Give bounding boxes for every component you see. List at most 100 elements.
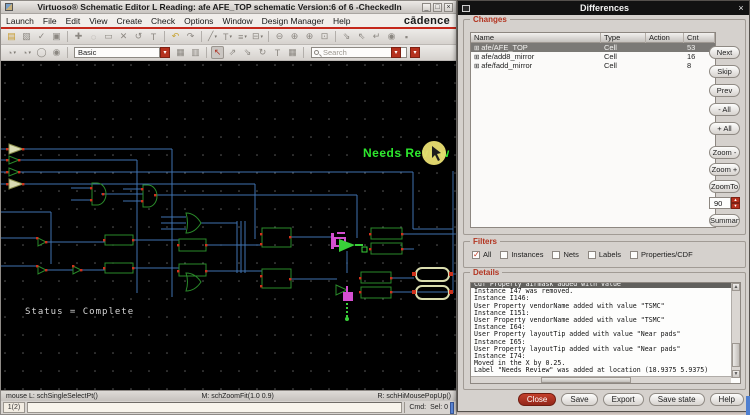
filter-nets-checkbox[interactable]: Nets bbox=[552, 250, 578, 259]
minimize-button[interactable]: _ bbox=[422, 3, 431, 12]
text-tool-icon[interactable]: T bbox=[271, 46, 284, 59]
menu-design-manager[interactable]: Design Manager bbox=[262, 16, 324, 26]
checkbox-box[interactable] bbox=[552, 251, 560, 259]
properties-icon[interactable]: T bbox=[147, 30, 160, 43]
cellview-selector-value[interactable]: Basic bbox=[74, 47, 160, 58]
search-options-dropdown-icon[interactable] bbox=[410, 47, 420, 58]
help-button[interactable]: Help bbox=[710, 393, 744, 406]
prev-button[interactable]: Prev bbox=[709, 84, 740, 97]
scroll-up-icon[interactable]: ▲ bbox=[732, 283, 740, 291]
checkbox-check-icon[interactable] bbox=[472, 251, 480, 259]
save-icon[interactable]: ▣ bbox=[50, 30, 63, 43]
ascend-icon[interactable]: ⇖ bbox=[355, 30, 368, 43]
filter-properties-cdf-checkbox[interactable]: Properties/CDF bbox=[630, 250, 693, 259]
details-vertical-scrollbar[interactable]: ▲ ▼ bbox=[731, 283, 740, 378]
bus-icon[interactable]: ≡▾ bbox=[236, 30, 249, 43]
home-icon[interactable]: ◉ bbox=[50, 46, 63, 59]
dialog-title-bar[interactable]: Differences × bbox=[458, 1, 749, 15]
command-input[interactable] bbox=[27, 402, 402, 413]
changes-table-header[interactable]: Name Type Action Cnt bbox=[471, 33, 715, 43]
col-type[interactable]: Type bbox=[601, 33, 646, 43]
zoom-out-button[interactable]: Zoom - bbox=[709, 146, 740, 159]
cellview-dropdown-icon[interactable] bbox=[160, 47, 170, 58]
col-name[interactable]: Name bbox=[471, 33, 601, 43]
mini-scrollbar[interactable] bbox=[450, 402, 454, 414]
wire-name-icon[interactable]: T▾ bbox=[221, 30, 234, 43]
return-icon[interactable]: ↵ bbox=[370, 30, 383, 43]
changes-table[interactable]: Name Type Action Cnt afe/AFE_TOP Cell 53… bbox=[470, 32, 716, 228]
zoom-out-icon[interactable]: ⊖ bbox=[273, 30, 286, 43]
layer-edit-icon[interactable]: ▥ bbox=[189, 46, 202, 59]
descend-icon[interactable]: ⇘ bbox=[340, 30, 353, 43]
workspace-forward-icon[interactable]: ◔▾ bbox=[20, 46, 33, 59]
filter-labels-checkbox[interactable]: Labels bbox=[588, 250, 621, 259]
probe-icon[interactable]: ◉ bbox=[385, 30, 398, 43]
title-bar[interactable]: Virtuoso® Schematic Editor L Reading: af… bbox=[1, 1, 456, 14]
zoom-to-button[interactable]: ZoomTo bbox=[709, 180, 740, 193]
lock-icon[interactable]: ▪ bbox=[400, 30, 413, 43]
filter-instances-checkbox[interactable]: Instances bbox=[500, 250, 543, 259]
schematic-canvas[interactable]: Needs Review Status = Complete bbox=[1, 61, 456, 390]
row-name[interactable]: afe/AFE_TOP bbox=[471, 43, 601, 52]
instance-icon[interactable]: ⊟▾ bbox=[251, 30, 264, 43]
zoom-in-icon[interactable]: ⊕ bbox=[288, 30, 301, 43]
copy-icon[interactable]: ◌ bbox=[87, 30, 100, 43]
horizontal-scroll-thumb[interactable] bbox=[541, 377, 631, 383]
table-row[interactable]: afe/add8_mirror Cell 16 bbox=[471, 52, 715, 61]
close-dialog-button[interactable]: Close bbox=[518, 393, 556, 406]
move-icon[interactable]: ✚ bbox=[72, 30, 85, 43]
status-complete-label[interactable]: Status = Complete bbox=[25, 307, 134, 317]
check-save-icon[interactable]: ✓ bbox=[35, 30, 48, 43]
cellview-selector[interactable]: Basic bbox=[74, 47, 170, 58]
wire-icon[interactable]: ╱▾ bbox=[206, 30, 219, 43]
menu-create[interactable]: Create bbox=[117, 16, 143, 26]
menu-help[interactable]: Help bbox=[333, 16, 350, 26]
collapse-all-button[interactable]: - All bbox=[709, 103, 740, 116]
dialog-close-icon[interactable]: × bbox=[735, 3, 747, 13]
layer-visibility-icon[interactable]: ▦ bbox=[174, 46, 187, 59]
details-text-area[interactable]: Cdf Property airmask added with value ""… bbox=[470, 282, 741, 384]
delete-icon[interactable]: ✕ bbox=[117, 30, 130, 43]
checkbox-box[interactable] bbox=[500, 251, 508, 259]
stretch-icon[interactable]: ▭ bbox=[102, 30, 115, 43]
scroll-down-icon[interactable]: ▼ bbox=[732, 370, 740, 378]
table-icon[interactable]: ▦ bbox=[286, 46, 299, 59]
menu-view[interactable]: View bbox=[89, 16, 107, 26]
save-button[interactable]: Save bbox=[561, 393, 597, 406]
spinner-arrows[interactable]: ▲▼ bbox=[731, 197, 740, 209]
rotate-icon[interactable]: ↻ bbox=[256, 46, 269, 59]
export-button[interactable]: Export bbox=[603, 393, 644, 406]
vertical-scroll-thumb[interactable] bbox=[732, 343, 740, 367]
search-input[interactable] bbox=[321, 47, 391, 58]
maximize-button[interactable]: □ bbox=[433, 3, 442, 12]
zoom-level-value[interactable]: 90 bbox=[709, 197, 731, 209]
zoom-fit-icon[interactable]: ⊡ bbox=[318, 30, 331, 43]
refresh-icon[interactable]: ◯ bbox=[35, 46, 48, 59]
new-cellview-icon[interactable]: ▤ bbox=[5, 30, 18, 43]
next-button[interactable]: Next bbox=[709, 46, 740, 59]
row-name[interactable]: afe/fadd_mirror bbox=[471, 61, 601, 70]
search-dropdown-icon[interactable] bbox=[391, 47, 401, 58]
zoom-box-icon[interactable]: ⊕ bbox=[303, 30, 316, 43]
checkbox-box[interactable] bbox=[588, 251, 596, 259]
checkbox-box[interactable] bbox=[630, 251, 638, 259]
details-line[interactable]: Label "Needs Review" was added at locati… bbox=[474, 367, 731, 374]
table-row[interactable]: afe/AFE_TOP Cell 53 bbox=[471, 43, 715, 52]
workspace-back-icon[interactable]: ◔▾ bbox=[5, 46, 18, 59]
menu-edit[interactable]: Edit bbox=[66, 16, 81, 26]
revert-icon[interactable]: ↺ bbox=[132, 30, 145, 43]
col-action[interactable]: Action bbox=[646, 33, 684, 43]
col-cnt[interactable]: Cnt bbox=[684, 33, 715, 43]
menu-file[interactable]: File bbox=[43, 16, 57, 26]
open-icon[interactable]: ▧ bbox=[20, 30, 33, 43]
menu-launch[interactable]: Launch bbox=[6, 16, 34, 26]
close-button[interactable]: × bbox=[444, 3, 453, 12]
filter-all-checkbox[interactable]: All bbox=[472, 250, 491, 259]
save-state-button[interactable]: Save state bbox=[649, 393, 705, 406]
redo-icon[interactable]: ↷ bbox=[184, 30, 197, 43]
summary-button[interactable]: Summary bbox=[709, 214, 740, 227]
menu-window[interactable]: Window bbox=[222, 16, 252, 26]
search-box[interactable] bbox=[311, 47, 407, 58]
details-horizontal-scrollbar[interactable] bbox=[471, 376, 731, 383]
select-net-icon[interactable]: ⇘ bbox=[241, 46, 254, 59]
